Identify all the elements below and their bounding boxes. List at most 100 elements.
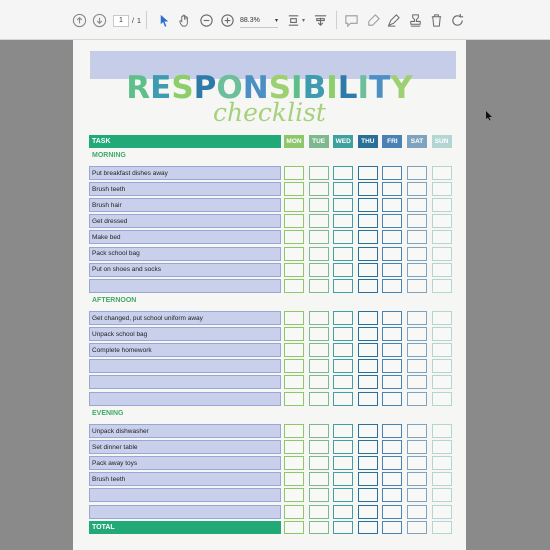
checkbox-wed[interactable] — [333, 166, 354, 180]
checkbox-mon[interactable] — [284, 343, 304, 358]
total-cell-fri[interactable] — [382, 521, 403, 534]
checkbox-sat[interactable] — [407, 214, 427, 229]
checkbox-sat[interactable] — [407, 424, 427, 438]
checkbox-wed[interactable] — [333, 214, 354, 229]
checkbox-sun[interactable] — [431, 246, 452, 261]
checkbox-fri[interactable] — [382, 424, 403, 438]
checkbox-mon[interactable] — [284, 472, 304, 487]
checkbox-thu[interactable] — [357, 278, 378, 293]
total-cell-tue[interactable] — [308, 521, 329, 534]
checkbox-thu[interactable] — [357, 246, 378, 261]
checkbox-fri[interactable] — [382, 391, 403, 406]
fit-page-icon[interactable]: ▾ — [286, 12, 305, 28]
rotate-icon[interactable] — [450, 12, 465, 28]
checkbox-sun[interactable] — [431, 488, 452, 503]
checkbox-fri[interactable] — [382, 214, 403, 229]
checkbox-wed[interactable] — [333, 262, 354, 277]
checkbox-mon[interactable] — [284, 327, 304, 342]
checkbox-tue[interactable] — [308, 311, 329, 325]
checkbox-thu[interactable] — [357, 391, 378, 406]
checkbox-sun[interactable] — [431, 182, 452, 197]
checkbox-wed[interactable] — [333, 440, 354, 455]
highlight-icon[interactable] — [366, 12, 381, 28]
checkbox-wed[interactable] — [333, 230, 354, 245]
checkbox-mon[interactable] — [284, 359, 304, 374]
checkbox-sat[interactable] — [407, 311, 427, 325]
checkbox-tue[interactable] — [308, 327, 329, 342]
checkbox-mon[interactable] — [284, 214, 304, 229]
checkbox-mon[interactable] — [284, 198, 304, 213]
checkbox-sat[interactable] — [407, 230, 427, 245]
checkbox-mon[interactable] — [284, 488, 304, 503]
checkbox-fri[interactable] — [382, 327, 403, 342]
checkbox-wed[interactable] — [333, 375, 354, 390]
checkbox-mon[interactable] — [284, 166, 304, 180]
checkbox-sat[interactable] — [407, 246, 427, 261]
checkbox-thu[interactable] — [357, 504, 378, 519]
checkbox-wed[interactable] — [333, 456, 354, 471]
checkbox-sat[interactable] — [407, 166, 427, 180]
checkbox-sun[interactable] — [431, 311, 452, 325]
checkbox-tue[interactable] — [308, 278, 329, 293]
checkbox-sun[interactable] — [431, 504, 452, 519]
checkbox-thu[interactable] — [357, 198, 378, 213]
checkbox-thu[interactable] — [357, 343, 378, 358]
checkbox-sun[interactable] — [431, 262, 452, 277]
checkbox-sat[interactable] — [407, 472, 427, 487]
checkbox-mon[interactable] — [284, 262, 304, 277]
checkbox-tue[interactable] — [308, 488, 329, 503]
checkbox-sat[interactable] — [407, 343, 427, 358]
checkbox-mon[interactable] — [284, 246, 304, 261]
checkbox-fri[interactable] — [382, 504, 403, 519]
hand-tool-icon[interactable] — [178, 12, 193, 28]
total-cell-thu[interactable] — [357, 521, 378, 534]
checkbox-mon[interactable] — [284, 456, 304, 471]
checkbox-thu[interactable] — [357, 488, 378, 503]
checkbox-fri[interactable] — [382, 343, 403, 358]
checkbox-tue[interactable] — [308, 230, 329, 245]
zoom-select[interactable]: 88.3% ▾ — [240, 14, 278, 28]
checkbox-sun[interactable] — [431, 359, 452, 374]
checkbox-sun[interactable] — [431, 440, 452, 455]
zoom-in-icon[interactable] — [220, 12, 235, 28]
checkbox-mon[interactable] — [284, 375, 304, 390]
checkbox-tue[interactable] — [308, 472, 329, 487]
checkbox-thu[interactable] — [357, 182, 378, 197]
select-arrow-icon[interactable] — [157, 12, 172, 28]
checkbox-fri[interactable] — [382, 456, 403, 471]
checkbox-mon[interactable] — [284, 230, 304, 245]
checkbox-sun[interactable] — [431, 214, 452, 229]
total-cell-sat[interactable] — [407, 521, 427, 534]
checkbox-tue[interactable] — [308, 391, 329, 406]
checkbox-sun[interactable] — [431, 327, 452, 342]
comment-icon[interactable] — [344, 12, 359, 28]
checkbox-sun[interactable] — [431, 198, 452, 213]
checkbox-sun[interactable] — [431, 375, 452, 390]
checkbox-thu[interactable] — [357, 214, 378, 229]
checkbox-fri[interactable] — [382, 246, 403, 261]
checkbox-sun[interactable] — [431, 456, 452, 471]
checkbox-fri[interactable] — [382, 198, 403, 213]
checkbox-tue[interactable] — [308, 262, 329, 277]
checkbox-thu[interactable] — [357, 166, 378, 180]
checkbox-sat[interactable] — [407, 278, 427, 293]
checkbox-sun[interactable] — [431, 472, 452, 487]
checkbox-wed[interactable] — [333, 182, 354, 197]
checkbox-tue[interactable] — [308, 359, 329, 374]
checkbox-sun[interactable] — [431, 391, 452, 406]
checkbox-wed[interactable] — [333, 504, 354, 519]
checkbox-thu[interactable] — [357, 456, 378, 471]
checkbox-sun[interactable] — [431, 278, 452, 293]
checkbox-sun[interactable] — [431, 343, 452, 358]
checkbox-fri[interactable] — [382, 472, 403, 487]
checkbox-fri[interactable] — [382, 488, 403, 503]
checkbox-wed[interactable] — [333, 424, 354, 438]
scroll-mode-icon[interactable] — [313, 12, 328, 28]
checkbox-wed[interactable] — [333, 246, 354, 261]
checkbox-wed[interactable] — [333, 278, 354, 293]
checkbox-sat[interactable] — [407, 359, 427, 374]
checkbox-fri[interactable] — [382, 166, 403, 180]
draw-icon[interactable] — [386, 12, 401, 28]
stamp-icon[interactable] — [408, 12, 423, 28]
checkbox-thu[interactable] — [357, 472, 378, 487]
